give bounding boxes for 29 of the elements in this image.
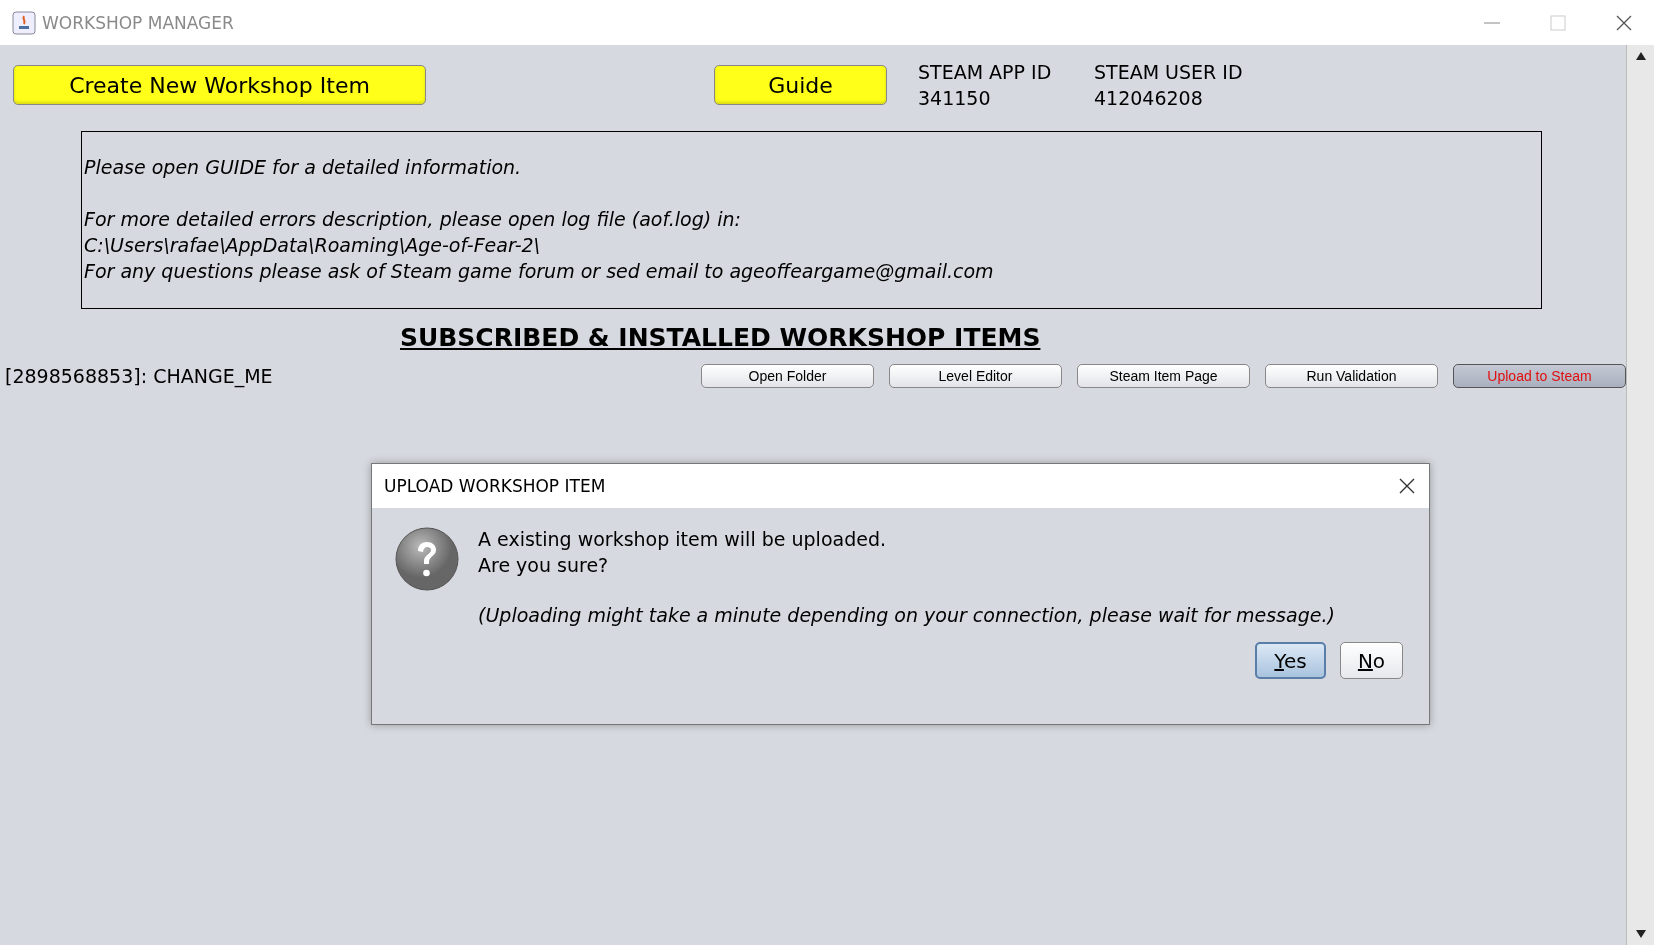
dialog-message: A existing workshop item will be uploaded. — [478, 527, 887, 552]
close-icon[interactable] — [1399, 478, 1415, 494]
create-item-button[interactable]: Create New Workshop Item — [13, 65, 426, 105]
guide-button[interactable]: Guide — [714, 65, 887, 105]
workshop-item-name: [2898568853]: CHANGE_ME — [5, 365, 274, 387]
window-title: WORKSHOP MANAGER — [42, 12, 235, 33]
id-value: 412046208 — [1094, 86, 1204, 111]
info-text: Please open GUIDE for a detailed information. — [84, 155, 523, 180]
item-action-button[interactable]: Steam Item Page — [1077, 364, 1250, 388]
id-label: STEAM USER ID — [1094, 60, 1243, 85]
dialog-note: (Uploading might take a minute depending on your connection, please wait for message.) — [478, 603, 1335, 628]
info-text: For any questions please ask of Steam game forum or sed email to ageoffeargame@gmail.com — [84, 259, 995, 284]
item-action-button[interactable]: Open Folder — [701, 364, 874, 388]
app-icon — [12, 10, 36, 35]
dialog-button[interactable]: Yes — [1255, 642, 1326, 679]
scroll-down-icon[interactable] — [1634, 929, 1647, 939]
id-value: 341150 — [918, 86, 992, 111]
id-label: STEAM APP ID — [918, 60, 1053, 85]
close-icon[interactable] — [1616, 14, 1632, 31]
dialog-title: UPLOAD WORKSHOP ITEM — [384, 476, 606, 496]
dialog-button[interactable]: No — [1340, 642, 1403, 679]
info-text: C:\Users\rafae\AppData\Roaming\Age-of-Fear-2\ — [84, 233, 542, 258]
question-icon — [394, 526, 460, 592]
section-heading: SUBSCRIBED & INSTALLED WORKSHOP ITEMS — [400, 323, 1042, 352]
item-action-button[interactable]: Level Editor — [889, 364, 1062, 388]
dialog-message: Are you sure? — [478, 553, 610, 578]
item-action-button[interactable]: Run Validation — [1265, 364, 1438, 388]
scroll-up-icon[interactable] — [1634, 51, 1647, 61]
info-text: For more detailed errors description, please open log file (aof.log) in: — [84, 207, 742, 232]
